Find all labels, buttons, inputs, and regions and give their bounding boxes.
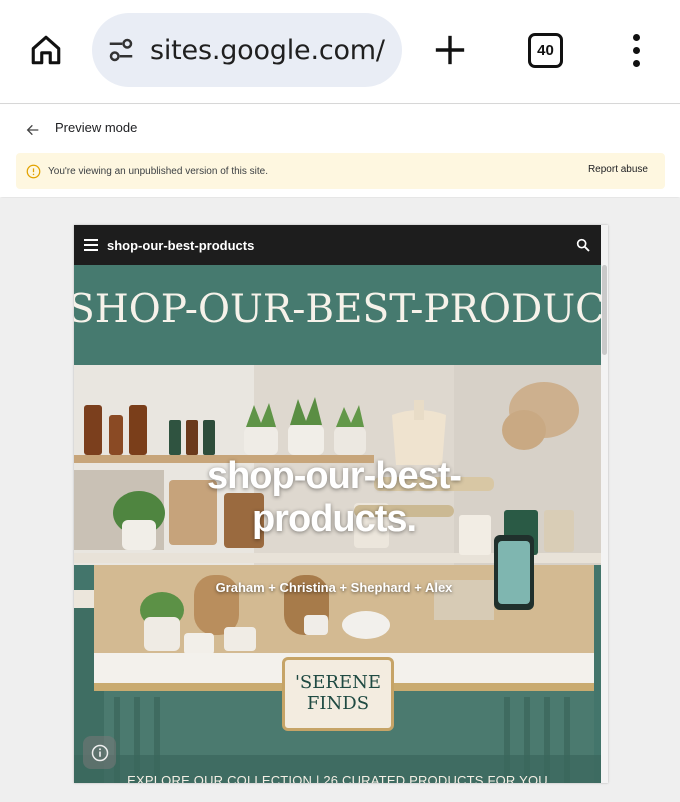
home-icon	[31, 35, 61, 65]
site-nav-bar: shop-our-best-products	[74, 225, 601, 265]
new-tab-button[interactable]	[428, 28, 472, 72]
brand-sign: 'SERENE FINDS	[282, 657, 394, 731]
url-text: sites.google.com/	[150, 34, 385, 66]
back-button[interactable]	[22, 119, 44, 141]
collection-caption: EXPLORE OUR COLLECTION | 26 CURATED PROD…	[127, 773, 548, 783]
site-scrollbar[interactable]	[601, 225, 608, 783]
unpublished-banner: You're viewing an unpublished version of…	[16, 153, 665, 189]
plus-icon	[435, 35, 465, 65]
back-arrow-icon	[26, 124, 39, 136]
report-abuse-link[interactable]: Report abuse	[588, 164, 648, 175]
info-icon	[91, 744, 108, 761]
tab-count: 40	[537, 42, 554, 59]
search-icon[interactable]	[575, 237, 591, 253]
preview-mode-label: Preview mode	[55, 120, 138, 135]
banner-text: You're viewing an unpublished version of…	[48, 165, 269, 177]
info-button[interactable]	[83, 736, 116, 769]
hero-subtitle: Graham + Christina + Shephard + Alex	[215, 580, 453, 595]
preview-header: Preview mode You're viewing an unpublish…	[0, 105, 680, 197]
site-preview[interactable]: shop-our-best-products SHOP-OUR-BEST-PRO…	[74, 225, 608, 783]
site-info-icon	[109, 38, 133, 62]
home-button[interactable]	[24, 28, 68, 72]
hamburger-icon[interactable]	[84, 239, 98, 251]
info-circle-icon	[25, 163, 41, 179]
address-bar[interactable]: sites.google.com/	[92, 13, 402, 87]
tab-switcher-button[interactable]: 40	[528, 33, 563, 68]
scroll-thumb[interactable]	[602, 265, 607, 355]
hero-title: shop-our-best-products.	[206, 455, 462, 540]
site-info-button[interactable]	[92, 13, 150, 87]
browser-toolbar: sites.google.com/ 40	[0, 0, 680, 104]
hero-banner-text: SHOP-OUR-BEST-PRODUCTS	[74, 287, 601, 332]
site-nav-title[interactable]: shop-our-best-products	[107, 238, 254, 253]
more-vert-icon[interactable]	[620, 28, 652, 72]
hero-section: SHOP-OUR-BEST-PRODUCTS shop-our-best-pro…	[74, 265, 601, 783]
